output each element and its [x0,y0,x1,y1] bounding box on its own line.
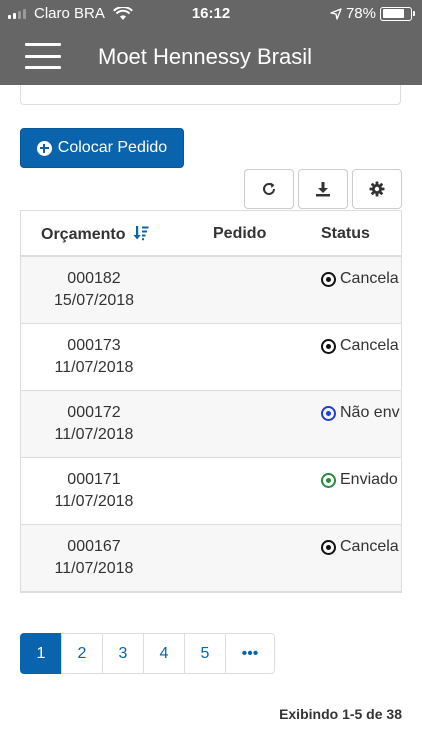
app-title: Moet Hennessy Brasil [98,44,312,69]
hamburger-menu-icon[interactable] [25,43,61,69]
status-radio-icon [321,405,336,421]
orcamento-date: 11/07/2018 [54,493,134,510]
orcamento-date: 11/07/2018 [54,426,134,443]
table-row[interactable]: 000172 11/07/2018 Não env [21,391,401,458]
orcamento-cell: 000182 15/07/2018 [21,268,167,312]
battery-icon [380,6,415,21]
orders-table: Orçamento Pedido Status 000182 15/07/201… [20,210,402,593]
page-link-1[interactable]: 1 [20,633,62,674]
status-radio-icon [321,338,336,354]
page-link-4[interactable]: 4 [143,633,185,674]
orcamento-cell: 000172 11/07/2018 [21,402,167,446]
app-header: Moet Hennessy Brasil [0,28,422,85]
page-link-3[interactable]: 3 [102,633,144,674]
new-order-label: Colocar Pedido [57,139,168,156]
table-row[interactable]: 000182 15/07/2018 Cancela [21,257,401,324]
status-radio-icon [321,472,336,488]
column-header-status[interactable]: Status [321,225,370,243]
table-row[interactable]: 000173 11/07/2018 Cancela [21,324,401,391]
table-row[interactable]: 000167 11/07/2018 Cancela [21,525,401,592]
filter-panel-bottom [20,85,401,105]
table-header: Orçamento Pedido Status [21,211,401,257]
status-bar: Claro BRA 16:12 78% [0,0,422,28]
orcamento-number: 000167 [67,538,121,555]
orcamento-number: 000182 [67,270,121,287]
settings-button[interactable] [352,169,402,209]
refresh-icon [263,182,275,195]
status-cell: Cancela [321,268,399,290]
location-arrow-icon [330,7,342,20]
pagination: 1 2 3 4 5 ••• [20,633,275,674]
orcamento-date: 15/07/2018 [53,292,135,309]
gear-icon [369,181,385,197]
orcamento-number: 000171 [67,471,121,488]
download-button[interactable] [298,169,348,209]
orcamento-number: 000173 [67,337,121,354]
page-link-more[interactable]: ••• [225,633,275,674]
orcamento-cell: 000167 11/07/2018 [21,536,167,580]
status-text: Enviado [340,471,398,488]
status-text: Cancela [340,270,399,287]
column-header-pedido[interactable]: Pedido [213,225,266,243]
page-link-2[interactable]: 2 [61,633,103,674]
column-header-orcamento[interactable]: Orçamento [41,225,149,244]
status-text: Cancela [340,538,399,555]
status-cell: Cancela [321,536,399,558]
status-text: Não env [340,404,400,421]
status-cell: Não env [321,402,400,424]
orcamento-date: 11/07/2018 [54,560,134,577]
status-cell: Enviado [321,469,398,491]
results-summary: Exibindo 1-5 de 38 [279,706,402,722]
orcamento-cell: 000171 11/07/2018 [21,469,167,513]
orcamento-number: 000172 [67,404,121,421]
table-row[interactable]: 000171 11/07/2018 Enviado [21,458,401,525]
download-icon [316,182,330,197]
new-order-button[interactable]: Colocar Pedido [20,128,184,168]
status-radio-icon [321,539,336,555]
orcamento-date: 11/07/2018 [54,359,134,376]
status-radio-icon [321,271,336,287]
status-text: Cancela [340,337,399,354]
sort-descending-icon[interactable] [133,225,149,241]
battery-percent: 78% [345,5,376,22]
status-cell: Cancela [321,335,399,357]
refresh-button[interactable] [244,169,294,209]
plus-circle-icon [36,140,52,156]
orcamento-cell: 000173 11/07/2018 [21,335,167,379]
page-link-5[interactable]: 5 [184,633,226,674]
